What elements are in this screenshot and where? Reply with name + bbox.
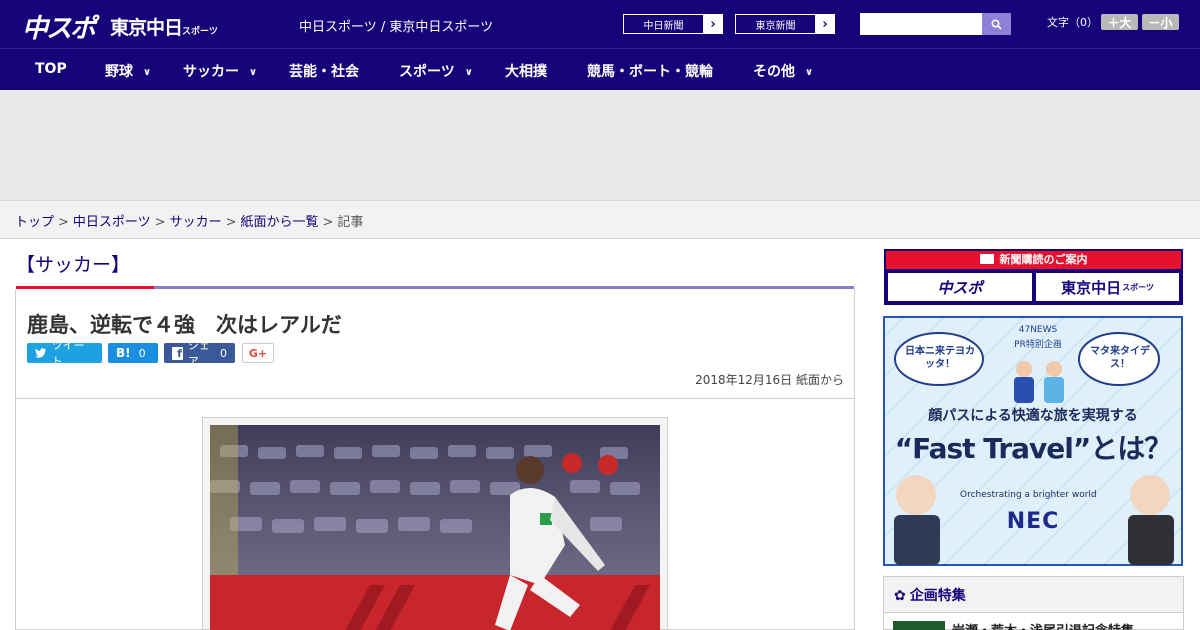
twitter-bird-icon — [35, 348, 47, 358]
breadcrumb-link-paper-list[interactable]: 紙面から一覧 — [241, 215, 319, 230]
breadcrumb-separator: > — [225, 215, 237, 230]
nav-label: 芸能・社会 — [289, 64, 359, 80]
newspaper-icon — [979, 254, 994, 264]
breadcrumb-link-chunichi-sports[interactable]: 中日スポーツ — [73, 215, 151, 230]
pr-big-title: “Fast Travel”とは？ — [894, 432, 1173, 465]
nav-label: TOP — [35, 61, 67, 77]
subscription-header-label: 新聞購読のご案内 — [999, 253, 1088, 266]
font-bigger-button[interactable]: ＋大 — [1101, 14, 1138, 30]
nav-item-top[interactable]: TOP — [35, 61, 67, 77]
article-date: 2018年12月16日 紙面から — [695, 373, 844, 387]
chevron-down-icon: ∨ — [143, 67, 152, 78]
nav-item-other[interactable]: その他 ∨ — [753, 61, 813, 81]
breadcrumb-separator: > — [154, 215, 166, 230]
article-title: 鹿島、逆転で４強 次はレアルだ — [27, 313, 342, 337]
ad-banner-area — [0, 90, 1200, 200]
chevron-down-icon: ∨ — [805, 67, 814, 78]
chevron-right-icon: › — [710, 16, 716, 32]
feature-item-link[interactable]: 岩瀬・荒木・浅尾引退記念特集 — [952, 620, 1134, 630]
tweet-label: ツイート — [51, 339, 85, 368]
google-plus-button[interactable]: G+ — [242, 343, 274, 363]
feature-title: 企画特集 — [909, 588, 966, 604]
pr-tag-line2: PR特別企画 — [1014, 340, 1062, 350]
font-size-label: 文字（0） — [1047, 16, 1098, 29]
feature-thumbnail[interactable] — [893, 621, 945, 630]
chunichi-shimbun-link[interactable]: 中日新聞 › — [622, 13, 724, 35]
nav-label: 競馬・ボート・競輪 — [587, 64, 713, 80]
nav-label: 大相撲 — [505, 64, 547, 80]
article-photo[interactable] — [210, 425, 660, 630]
hatena-icon: B! — [116, 346, 131, 360]
hatena-bookmark-button[interactable]: B! 0 — [108, 343, 158, 363]
tokyo-chunichi-logo[interactable]: 東京中日スポーツ — [110, 13, 218, 40]
search-button[interactable] — [982, 13, 1011, 35]
pr-tag-line1: 47NEWS — [1018, 325, 1058, 335]
soccer-player-photo-graphic — [210, 425, 660, 630]
nav-item-entertainment[interactable]: 芸能・社会 — [289, 61, 359, 81]
search-icon — [991, 18, 1002, 30]
chevron-down-icon: ∨ — [249, 67, 258, 78]
breadcrumb-separator: > — [322, 215, 334, 230]
tokyo-shimbun-link[interactable]: 東京新聞 › — [734, 13, 836, 35]
chevron-down-icon: ∨ — [464, 67, 473, 78]
breadcrumb-link-top[interactable]: トップ — [15, 215, 54, 230]
nav-label: サッカー — [183, 64, 239, 80]
chuspo-logo[interactable]: 中スポ — [22, 8, 96, 45]
breadcrumb-link-soccer[interactable]: サッカー — [170, 215, 222, 230]
chunichi-shimbun-label: 中日新聞 — [623, 14, 703, 34]
nav-item-baseball[interactable]: 野球 ∨ — [105, 61, 151, 81]
breadcrumb: トップ > 中日スポーツ > サッカー > 紙面から一覧 > 記事 — [0, 200, 1200, 239]
facebook-count: 0 — [220, 346, 227, 360]
pr-headline: 顔パスによる快適な旅を実現する — [928, 408, 1138, 424]
subscription-header: 新聞購読のご案内 — [886, 251, 1181, 269]
main-nav: TOP 野球 ∨ サッカー ∨ 芸能・社会 スポーツ ∨ 大相撲 競馬・ボート・競輪 … — [0, 48, 1200, 90]
article-header: 鹿島、逆転で４強 次はレアルだ ツイート B! 0 f シェア 0 G+ 201… — [16, 289, 854, 399]
article-photo-frame — [202, 417, 668, 630]
breadcrumb-current: 記事 — [337, 215, 364, 230]
search-input[interactable] — [860, 13, 982, 35]
pr-bubble-left: 日本ニ来テヨカッタ！ — [905, 346, 975, 370]
subscription-box: 新聞購読のご案内 中スポ 東京中日 スポーツ — [884, 249, 1183, 305]
facebook-share-button[interactable]: f シェア 0 — [164, 339, 235, 368]
nav-label: 野球 — [105, 64, 133, 80]
tokyo-shimbun-label: 東京新聞 — [735, 14, 815, 34]
site-subtitle: 中日スポーツ / 東京中日スポーツ — [299, 20, 494, 35]
nav-item-racing[interactable]: 競馬・ボート・競輪 — [587, 61, 713, 81]
tokyo-logo-suffix: スポーツ — [182, 27, 218, 37]
tweet-button[interactable]: ツイート — [27, 339, 102, 368]
article-container: 鹿島、逆転で４強 次はレアルだ ツイート B! 0 f シェア 0 G+ 201… — [15, 289, 855, 630]
pr-tagline: Orchestrating a brighter world — [960, 490, 1097, 500]
ribbon-icon: ✿ — [894, 588, 906, 604]
font-smaller-button[interactable]: －小 — [1142, 14, 1179, 30]
pr-advertisement-banner[interactable]: 日本ニ来テヨカッタ！ マタ来タイデス！ 47NEWS PR特別企画 顔パスによる… — [883, 316, 1183, 566]
nav-label: スポーツ — [399, 64, 455, 80]
nav-item-soccer[interactable]: サッカー ∨ — [183, 61, 257, 81]
subscribe-chuspo-button[interactable]: 中スポ — [888, 273, 1032, 301]
feature-section: ✿企画特集 岩瀬・荒木・浅尾引退記念特集 — [883, 576, 1184, 630]
subscribe-tokyo-label: 東京中日 — [1061, 278, 1122, 297]
tokyo-logo-text: 東京中日 — [110, 17, 183, 39]
category-heading: 【サッカー】 — [16, 254, 131, 276]
chevron-right-icon: › — [822, 16, 828, 32]
nec-logo: NEC — [1006, 509, 1060, 534]
top-header: 中スポ 東京中日スポーツ 中日スポーツ / 東京中日スポーツ 中日新聞 › 東京… — [0, 0, 1200, 48]
pr-bubble-right: マタ来タイデス！ — [1090, 346, 1150, 370]
breadcrumb-separator: > — [58, 215, 69, 230]
subscribe-tokyo-chunichi-button[interactable]: 東京中日 スポーツ — [1036, 273, 1179, 301]
subscribe-tokyo-suffix: スポーツ — [1122, 282, 1154, 292]
facebook-share-label: シェア — [187, 339, 210, 368]
google-plus-icon: G+ — [248, 346, 268, 360]
nav-item-sports[interactable]: スポーツ ∨ — [399, 61, 473, 81]
nav-label: その他 — [753, 64, 795, 80]
nav-item-sumo[interactable]: 大相撲 — [505, 61, 547, 81]
hatena-count: 0 — [138, 346, 146, 360]
feature-heading: ✿ 企画特集 — [884, 577, 1183, 613]
facebook-icon: f — [172, 346, 183, 360]
